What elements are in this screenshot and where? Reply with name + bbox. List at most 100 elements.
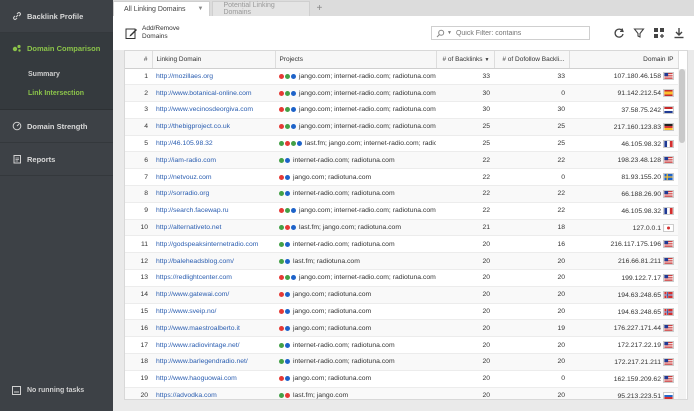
quick-filter[interactable]: ▼ (431, 26, 590, 40)
domain-link[interactable]: https://advodka.com (156, 392, 217, 399)
refresh-icon[interactable] (612, 26, 626, 40)
col-header-dofollow[interactable]: # of Dofollow Backli... (494, 51, 570, 69)
domain-link[interactable]: http://www.maestroalberto.it (156, 325, 240, 332)
col-header-num[interactable]: # (125, 51, 153, 69)
domain-link[interactable]: http://sorradio.org (156, 190, 209, 197)
table-row[interactable]: 8 http://sorradio.org internet-radio.com; … (125, 185, 678, 203)
table-row[interactable]: 4 http://thebigproject.co.uk jango.com; in… (125, 118, 678, 136)
domain-link[interactable]: http://46.105.98.32 (156, 140, 213, 147)
table-row[interactable]: 14 http://www.gatewai.com/jango.com; radi… (125, 286, 678, 304)
sidebar-subitem-link-intersection[interactable]: Link Intersection (0, 84, 113, 103)
table-row[interactable]: 2 http://www.botanical-online.com jango.co… (125, 84, 678, 103)
download-icon[interactable] (672, 26, 686, 40)
country-flag-icon (661, 72, 674, 81)
table-row[interactable]: 9 http://search.facewap.ru jango.com; inte… (125, 202, 678, 220)
table-row[interactable]: 19 http://www.haoguowai.com jango.com; rad… (125, 370, 678, 388)
running-tasks-status[interactable]: No running tasks (0, 381, 113, 399)
ip-text: 37.58.75.242 (621, 106, 661, 114)
table-row[interactable]: 18 http://www.barlegendradio.net/internet… (125, 353, 678, 371)
domain-link[interactable]: http://www.gatewai.com/ (156, 291, 229, 298)
cell-projects: jango.com; radiotuna.com (275, 286, 436, 304)
country-flag-icon (661, 105, 674, 114)
cell-domain-ip: 162.159.209.62 (569, 370, 678, 388)
domain-link[interactable]: http://mozillaes.org (156, 73, 213, 80)
sidebar-item-reports[interactable]: Reports (0, 143, 113, 176)
sidebar-item-label: Domain Strength (27, 121, 88, 131)
sidebar-subitem-summary[interactable]: Summary (0, 65, 113, 84)
sidebar-item-backlink-profile[interactable]: Backlink Profile (0, 0, 113, 33)
table-row[interactable]: 7 http://netvouz.com jango.com; radiotuna.… (125, 168, 678, 187)
table-row[interactable]: 6 http://iam-radio.com internet-radio.com;… (125, 151, 678, 170)
domain-link[interactable]: https://redlightcenter.com (156, 274, 232, 281)
tab-all-linking-domains[interactable]: All Linking Domains ▼ (113, 1, 211, 16)
project-dot (285, 342, 290, 348)
cell-projects: jango.com; radiotuna.com (275, 303, 436, 321)
project-dot (279, 342, 284, 348)
col-header-projects[interactable]: Projects (275, 51, 437, 69)
domain-link[interactable]: http://alternativeto.net (156, 224, 221, 231)
cell-linking-domain: https://redlightcenter.com (152, 269, 275, 287)
vertical-scrollbar[interactable] (678, 69, 686, 399)
tab-potential-linking-domains[interactable]: Potential Linking Domains (212, 1, 311, 16)
domain-link[interactable]: http://godspeaksinternetradio.com (156, 241, 258, 248)
domain-link[interactable]: http://www.botanical-online.com (156, 90, 252, 97)
col-header-backlinks[interactable]: # of Backlinks ▼ (436, 51, 495, 69)
table-row[interactable]: 17 http://www.radiovintage.net/internet-r… (125, 336, 678, 355)
sidebar-item-domain-strength[interactable]: Domain Strength (0, 110, 113, 143)
scrollbar-thumb[interactable] (679, 69, 685, 143)
chevron-down-icon[interactable]: ▼ (197, 6, 203, 12)
domain-link[interactable]: http://www.haoguowai.com (156, 375, 237, 382)
project-dot (285, 107, 290, 113)
table-row[interactable]: 13 https://redlightcenter.com jango.com; i… (125, 269, 678, 287)
link-icon (12, 11, 22, 21)
projects-text: last.fm; jango.com; radiotuna.com (299, 223, 401, 231)
project-dot (279, 157, 284, 163)
project-dot (291, 90, 296, 96)
table-row[interactable]: 1 http://mozillaes.org jango.com; internet… (125, 68, 678, 86)
table-row[interactable]: 5 http://46.105.98.32 last.fm; jango.com; … (125, 135, 678, 153)
chevron-down-icon[interactable]: ▼ (447, 30, 452, 36)
cell-projects: jango.com; internet-radio.com; radiotuna… (275, 84, 436, 103)
domain-link[interactable]: http://thebigproject.co.uk (156, 123, 230, 130)
add-remove-domains-button[interactable]: Add/Remove Domains (125, 25, 182, 41)
sidebar-item-domain-comparison[interactable]: Domain Comparison (0, 33, 113, 63)
add-tab-icon[interactable]: + (312, 1, 326, 16)
projects-text: internet-radio.com; radiotuna.com (293, 358, 395, 366)
cell-num: 18 (125, 353, 152, 371)
table-row[interactable]: 3 http://www.vecinosdeorgiva.com jango.com… (125, 101, 678, 119)
table-row[interactable]: 11 http://godspeaksinternetradio.com inter… (125, 235, 678, 254)
col-header-domain-ip[interactable]: Domain IP (569, 51, 679, 69)
domain-link[interactable]: http://iam-radio.com (156, 157, 216, 164)
tab-label: All Linking Domains (124, 5, 186, 13)
domain-link[interactable]: http://baleheadsblog.com/ (156, 258, 234, 265)
domain-link[interactable]: http://www.barlegendradio.net/ (156, 358, 248, 365)
domain-link[interactable]: http://search.facewap.ru (156, 207, 229, 214)
col-header-linking-domain[interactable]: Linking Domain (152, 51, 276, 69)
cell-domain-ip: 46.105.98.32 (569, 135, 678, 153)
cell-domain-ip: 216.66.81.211 (569, 252, 678, 271)
country-flag-icon (661, 173, 674, 182)
columns-icon[interactable] (652, 26, 666, 40)
project-dot (279, 73, 284, 79)
table-row[interactable]: 12 http://baleheadsblog.com/last.fm; radi… (125, 252, 678, 271)
toolbar-actions (606, 26, 686, 40)
table-row[interactable]: 20 https://advodka.com last.fm; jango.com 2… (125, 387, 678, 399)
ip-text: 46.105.98.32 (621, 140, 661, 148)
domain-link[interactable]: http://www.sveip.no/ (156, 308, 216, 315)
cell-backlinks: 20 (436, 303, 494, 321)
cell-linking-domain: http://sorradio.org (152, 185, 275, 203)
table-row[interactable]: 15 http://www.sveip.no/jango.com; radiotu… (125, 303, 678, 321)
country-flag-icon (661, 273, 674, 282)
country-flag-icon (661, 307, 674, 316)
cell-dofollow: 20 (494, 252, 569, 271)
domain-link[interactable]: http://www.radiovintage.net/ (156, 342, 240, 349)
table-row[interactable]: 16 http://www.maestroalberto.it jango.com;… (125, 319, 678, 338)
ip-text: 66.188.26.90 (621, 190, 661, 198)
filter-icon[interactable] (632, 26, 646, 40)
domain-link[interactable]: http://www.vecinosdeorgiva.com (156, 106, 253, 113)
ip-text: 176.227.171.44 (613, 325, 661, 333)
domain-link[interactable]: http://netvouz.com (156, 174, 212, 181)
project-dot (291, 140, 296, 146)
quick-filter-input[interactable] (455, 29, 576, 37)
table-row[interactable]: 10 http://alternativeto.net last.fm; jango… (125, 219, 678, 237)
